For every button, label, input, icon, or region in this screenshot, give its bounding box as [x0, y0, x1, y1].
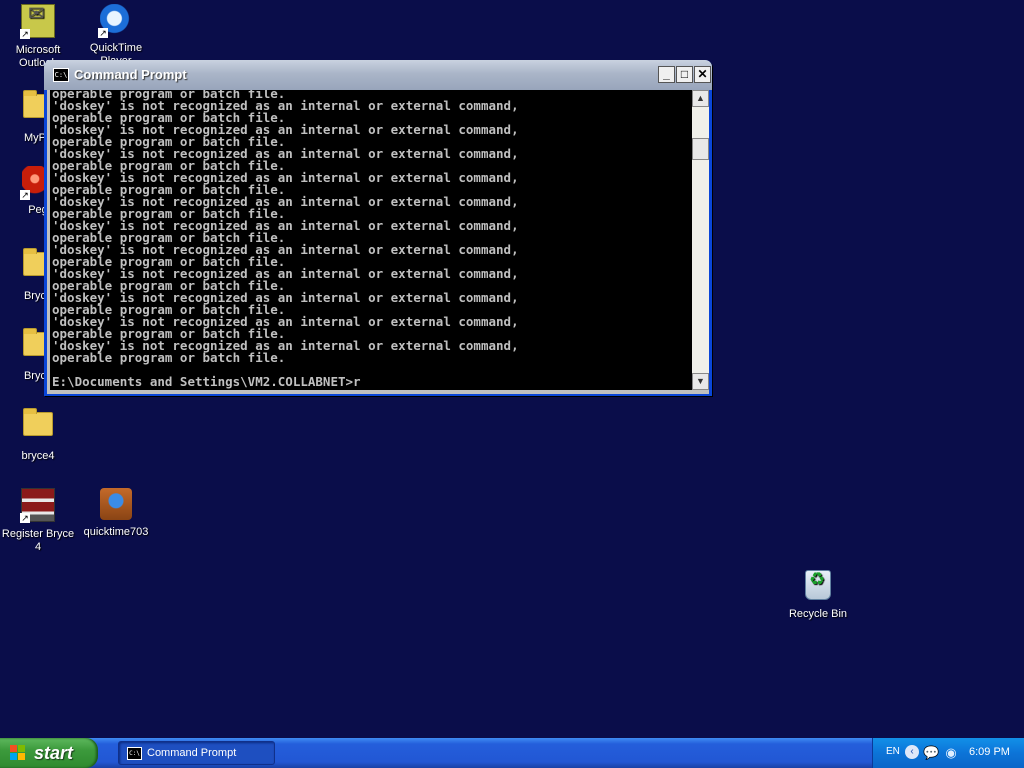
- desktop-icon-label: quicktime703: [83, 526, 149, 538]
- quicktime-icon: [98, 4, 132, 38]
- installer-icon: [100, 488, 132, 520]
- desktop-icon-quicktime[interactable]: QuickTime Player: [78, 4, 154, 68]
- console-line: operable program or batch file.: [52, 350, 286, 365]
- console-icon: C:\: [127, 747, 142, 760]
- desktop-icon-quicktime703[interactable]: quicktime703: [78, 488, 154, 539]
- desktop-icon-recycle-bin[interactable]: Recycle Bin: [780, 568, 856, 621]
- scroll-down-button[interactable]: ▼: [692, 373, 709, 390]
- outlook-icon: [20, 4, 55, 39]
- recycle-bin-icon: [802, 570, 834, 602]
- windows-logo-icon: [10, 745, 26, 761]
- folder-icon: [22, 408, 54, 444]
- system-tray: EN ‹ 💬 ◉ 6:09 PM: [872, 738, 1024, 768]
- command-prompt-line[interactable]: E:\Documents and Settings\VM2.COLLABNET>…: [52, 375, 361, 388]
- console-icon: C:\: [53, 68, 69, 82]
- console-output[interactable]: operable program or batch file.'doskey' …: [50, 90, 692, 390]
- desktop-icon-register-bryce[interactable]: Register Bryce 4: [0, 488, 76, 554]
- quicktime-tray-icon[interactable]: ◉: [943, 745, 959, 761]
- desktop-icon-label: bryce4: [21, 450, 55, 462]
- window-title: Command Prompt: [74, 67, 187, 82]
- desktop-icon-bryce4[interactable]: bryce4: [0, 406, 76, 463]
- desktop-icon-label: Recycle Bin: [788, 608, 848, 620]
- close-button[interactable]: ✕: [694, 66, 711, 83]
- speech-bubble-icon[interactable]: 💬: [923, 745, 939, 761]
- vertical-scrollbar[interactable]: ▲ ▼: [692, 90, 709, 390]
- scroll-thumb[interactable]: [692, 138, 709, 160]
- start-label: start: [34, 743, 74, 763]
- maximize-button[interactable]: □: [676, 66, 693, 83]
- show-hidden-icons-icon[interactable]: ‹: [905, 745, 919, 759]
- scroll-up-button[interactable]: ▲: [692, 90, 709, 107]
- register-icon: [20, 488, 55, 523]
- desktop-icon-label: Register Bryce 4: [1, 528, 75, 553]
- start-button[interactable]: start: [0, 738, 98, 768]
- taskbar-item-command-prompt[interactable]: C:\ Command Prompt: [118, 741, 275, 765]
- language-indicator[interactable]: EN: [886, 746, 900, 757]
- minimize-button[interactable]: _: [658, 66, 675, 83]
- command-prompt-window[interactable]: C:\ Command Prompt _ □ ✕ operable progra…: [44, 60, 712, 396]
- taskbar-item-label: Command Prompt: [147, 747, 237, 759]
- desktop: { "desktop": { "icons": [ {"label": "Mic…: [0, 0, 1024, 768]
- window-frame: operable program or batch file.'doskey' …: [47, 90, 709, 394]
- title-bar[interactable]: C:\ Command Prompt _ □ ✕: [44, 60, 712, 90]
- taskbar: start C:\ Command Prompt EN ‹ 💬 ◉ 6:09 P…: [0, 738, 1024, 768]
- clock[interactable]: 6:09 PM: [969, 746, 1010, 758]
- console-lines: operable program or batch file.'doskey' …: [52, 90, 519, 364]
